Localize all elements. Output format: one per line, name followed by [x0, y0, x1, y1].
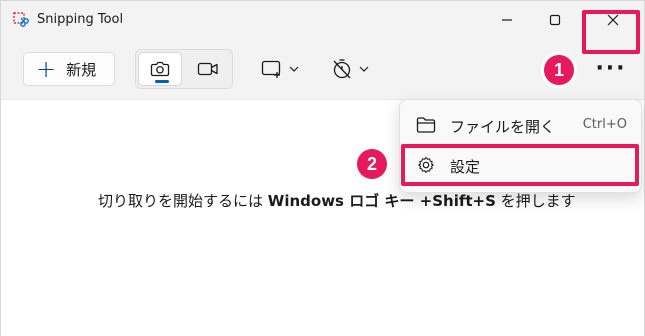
hint-prefix: 切り取りを開始するには	[98, 192, 268, 210]
hint-key-combo: Windows ロゴ キー +Shift+S	[267, 192, 496, 210]
video-mode-button[interactable]	[186, 52, 230, 86]
camera-icon	[150, 61, 170, 77]
menu-item-label: ファイルを開く	[450, 118, 556, 136]
selected-mode-indicator	[155, 80, 169, 83]
more-options-icon: ···	[595, 56, 627, 81]
annotation-highlight-settings	[401, 144, 639, 186]
folder-icon	[416, 117, 436, 133]
rectangle-snip-icon	[261, 60, 281, 78]
screenshot-mode-button[interactable]	[138, 52, 182, 86]
new-button[interactable]: + 新規	[23, 52, 115, 86]
snip-shape-dropdown[interactable]	[261, 54, 299, 84]
video-camera-icon	[197, 62, 218, 76]
snipping-tool-icon	[13, 12, 29, 27]
new-button-label: 新規	[66, 60, 97, 79]
capture-mode-group	[135, 49, 233, 89]
annotation-badge-step2: 2	[357, 149, 387, 179]
see-more-button[interactable]: ···	[587, 51, 635, 87]
plus-icon: +	[36, 55, 57, 83]
shortcut-hint: 切り取りを開始するには Windows ロゴ キー +Shift+S を押します	[98, 190, 576, 211]
annotation-badge-step1: 1	[544, 55, 574, 85]
menu-item-shortcut: Ctrl+O	[582, 117, 627, 132]
timer-off-icon	[333, 59, 351, 79]
annotation-highlight-more	[582, 10, 640, 54]
chevron-down-icon	[289, 66, 299, 72]
chevron-down-icon	[359, 66, 369, 72]
menu-item-open-file[interactable]: ファイルを開く Ctrl+O	[406, 106, 635, 144]
delay-dropdown[interactable]	[331, 54, 369, 84]
snipping-tool-window: Snipping Tool + 新規 ··· 切り取りを開始するには Windo…	[0, 0, 645, 336]
app-title: Snipping Tool	[37, 12, 124, 27]
title-bar: Snipping Tool	[1, 1, 644, 39]
minimize-icon	[502, 19, 512, 21]
maximize-button[interactable]	[532, 1, 578, 39]
maximize-icon	[549, 14, 561, 26]
minimize-button[interactable]	[484, 1, 530, 39]
hint-suffix: を押します	[495, 192, 576, 210]
